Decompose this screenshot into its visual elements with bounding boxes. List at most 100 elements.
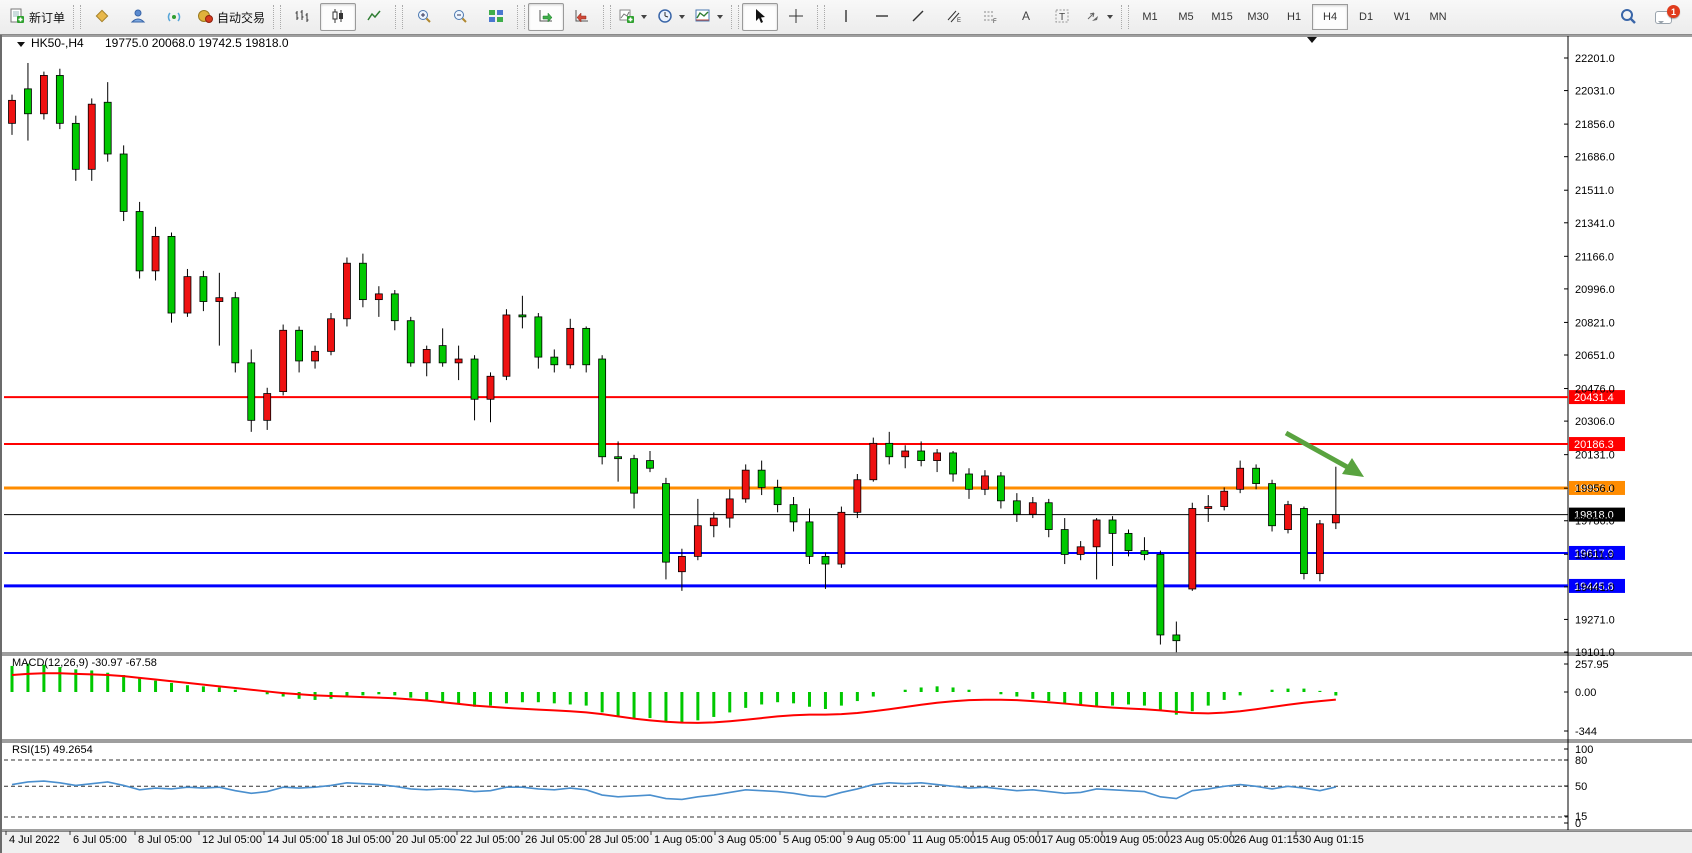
timeframe-button-d1[interactable]: D1 (1348, 4, 1384, 30)
candle (1269, 484, 1276, 526)
time-axis-label[interactable]: 4 Jul 2022 (9, 834, 60, 846)
bar-chart-button[interactable] (284, 3, 320, 31)
text-label-icon: T (1054, 8, 1070, 27)
fibonacci-button[interactable]: F (972, 3, 1008, 31)
macd-axis-label: -344 (1575, 726, 1597, 738)
search-icon (1619, 7, 1637, 28)
cursor-button[interactable] (742, 3, 778, 31)
price-axis-label: 19956.0 (1575, 483, 1615, 495)
time-axis-label[interactable]: 8 Jul 05:00 (138, 834, 192, 846)
time-axis-label[interactable]: 11 Aug 05:00 (912, 834, 976, 846)
new-order-button[interactable]: 新订单 (4, 3, 70, 31)
candle (423, 349, 430, 362)
horizontal-line-button[interactable] (864, 3, 900, 31)
time-axis-label[interactable]: 26 Jul 05:00 (525, 834, 585, 846)
indicators-dropdown-caret (641, 15, 647, 19)
timeframe-button-m30[interactable]: M30 (1240, 4, 1276, 30)
shapes-button[interactable] (1080, 3, 1118, 31)
toolbar-separator (603, 5, 611, 29)
chart-plot: HK50-,H4 19775.0 20068.0 19742.5 19818.0… (2, 35, 1692, 853)
time-axis-label[interactable]: 17 Aug 05:00 (1041, 834, 1106, 846)
auto-scroll-icon (538, 8, 554, 27)
timeframe-button-m1[interactable]: M1 (1132, 4, 1168, 30)
text-label-button[interactable]: T (1044, 3, 1080, 31)
candle (1237, 468, 1244, 489)
candlestick-chart-button[interactable] (320, 3, 356, 31)
timeframe-button-h4[interactable]: H4 (1312, 4, 1348, 30)
candle (407, 321, 414, 363)
time-axis-label[interactable]: 6 Jul 05:00 (73, 834, 127, 846)
bar-chart-icon (294, 8, 310, 27)
candle (375, 294, 382, 300)
candlestick-chart-icon (330, 8, 346, 27)
tile-windows-button[interactable] (478, 3, 514, 31)
vertical-line-button[interactable] (828, 3, 864, 31)
periods-button[interactable] (652, 3, 690, 31)
search-button[interactable] (1610, 3, 1646, 31)
time-axis-label[interactable]: 5 Aug 05:00 (783, 834, 842, 846)
time-axis-label[interactable]: 23 Aug 05:00 (1170, 834, 1235, 846)
time-axis-label[interactable]: 26 Aug 01:15 (1234, 834, 1299, 846)
crosshair-button[interactable] (778, 3, 814, 31)
time-axis-label[interactable]: 20 Jul 05:00 (396, 834, 456, 846)
time-axis-label[interactable]: 12 Jul 05:00 (202, 834, 262, 846)
time-axis-label[interactable]: 28 Jul 05:00 (589, 834, 649, 846)
time-axis-label[interactable]: 1 Aug 05:00 (654, 834, 713, 846)
crosshair-icon (788, 8, 804, 27)
notifications-button[interactable]: 1 (1654, 5, 1678, 29)
person-icon (130, 8, 146, 27)
candle (1141, 551, 1148, 555)
symbol-dropdown-icon[interactable] (17, 42, 25, 47)
time-axis-label[interactable]: 22 Jul 05:00 (460, 834, 520, 846)
zoom-in-button[interactable] (406, 3, 442, 31)
community-button[interactable] (120, 3, 156, 31)
timeframe-button-h1[interactable]: H1 (1276, 4, 1312, 30)
time-axis-label[interactable]: 15 Aug 05:00 (976, 834, 1041, 846)
candle (200, 277, 207, 302)
candle (88, 104, 95, 169)
svg-text:F: F (993, 19, 997, 24)
current-bar-marker (1307, 37, 1317, 43)
price-axis-label: 21686.0 (1575, 152, 1615, 164)
price-axis: 22201.022031.021856.021686.021511.021341… (1564, 53, 1615, 659)
timeframe-button-m15[interactable]: M15 (1204, 4, 1240, 30)
templates-button[interactable] (690, 3, 728, 31)
candle (56, 75, 63, 123)
autotrading-icon (197, 8, 213, 27)
new-order-icon (9, 8, 25, 27)
timeframe-button-m5[interactable]: M5 (1168, 4, 1204, 30)
toolbar-right: 1 (1610, 3, 1688, 31)
timeframe-button-mn[interactable]: MN (1420, 4, 1456, 30)
trendline-button[interactable] (900, 3, 936, 31)
candle (72, 123, 79, 169)
signals-button[interactable] (156, 3, 192, 31)
chart-shift-button[interactable] (564, 3, 600, 31)
time-axis-label[interactable]: 3 Aug 05:00 (718, 834, 777, 846)
market-watch-button[interactable] (84, 3, 120, 31)
chart-window[interactable]: HK50-,H4 19775.0 20068.0 19742.5 19818.0… (0, 35, 1692, 853)
candle (1253, 468, 1260, 483)
text-button[interactable]: A (1008, 3, 1044, 31)
zoom-in-icon (416, 8, 432, 27)
candle (1300, 508, 1307, 573)
time-axis-label[interactable]: 14 Jul 05:00 (267, 834, 327, 846)
candle (455, 359, 462, 363)
equidistant-channel-button[interactable]: E (936, 3, 972, 31)
trend-arrow-annotation[interactable] (1286, 433, 1364, 477)
candle (328, 319, 335, 352)
timeframe-button-w1[interactable]: W1 (1384, 4, 1420, 30)
horizontal-level-lines[interactable]: 20431.420186.319957.119818.019617.919445… (4, 390, 1625, 593)
indicators-button[interactable] (614, 3, 652, 31)
time-axis-label[interactable]: 18 Jul 05:00 (331, 834, 391, 846)
price-axis-label: 20821.0 (1575, 317, 1615, 329)
auto-scroll-button[interactable] (528, 3, 564, 31)
mt4-trading-terminal: 新订单 自动交易 (0, 0, 1692, 853)
time-axis-label[interactable]: 9 Aug 05:00 (847, 834, 906, 846)
time-axis-label[interactable]: 19 Aug 05:00 (1105, 834, 1170, 846)
time-axis: 4 Jul 2022 6 Jul 05:00 8 Jul 05:00 12 Jul 0… (6, 831, 1364, 846)
time-axis-label[interactable]: 30 Aug 01:15 (1299, 834, 1364, 846)
zoom-out-button[interactable] (442, 3, 478, 31)
autotrading-button[interactable]: 自动交易 (192, 3, 270, 31)
line-chart-button[interactable] (356, 3, 392, 31)
toolbar-separator (817, 5, 825, 29)
